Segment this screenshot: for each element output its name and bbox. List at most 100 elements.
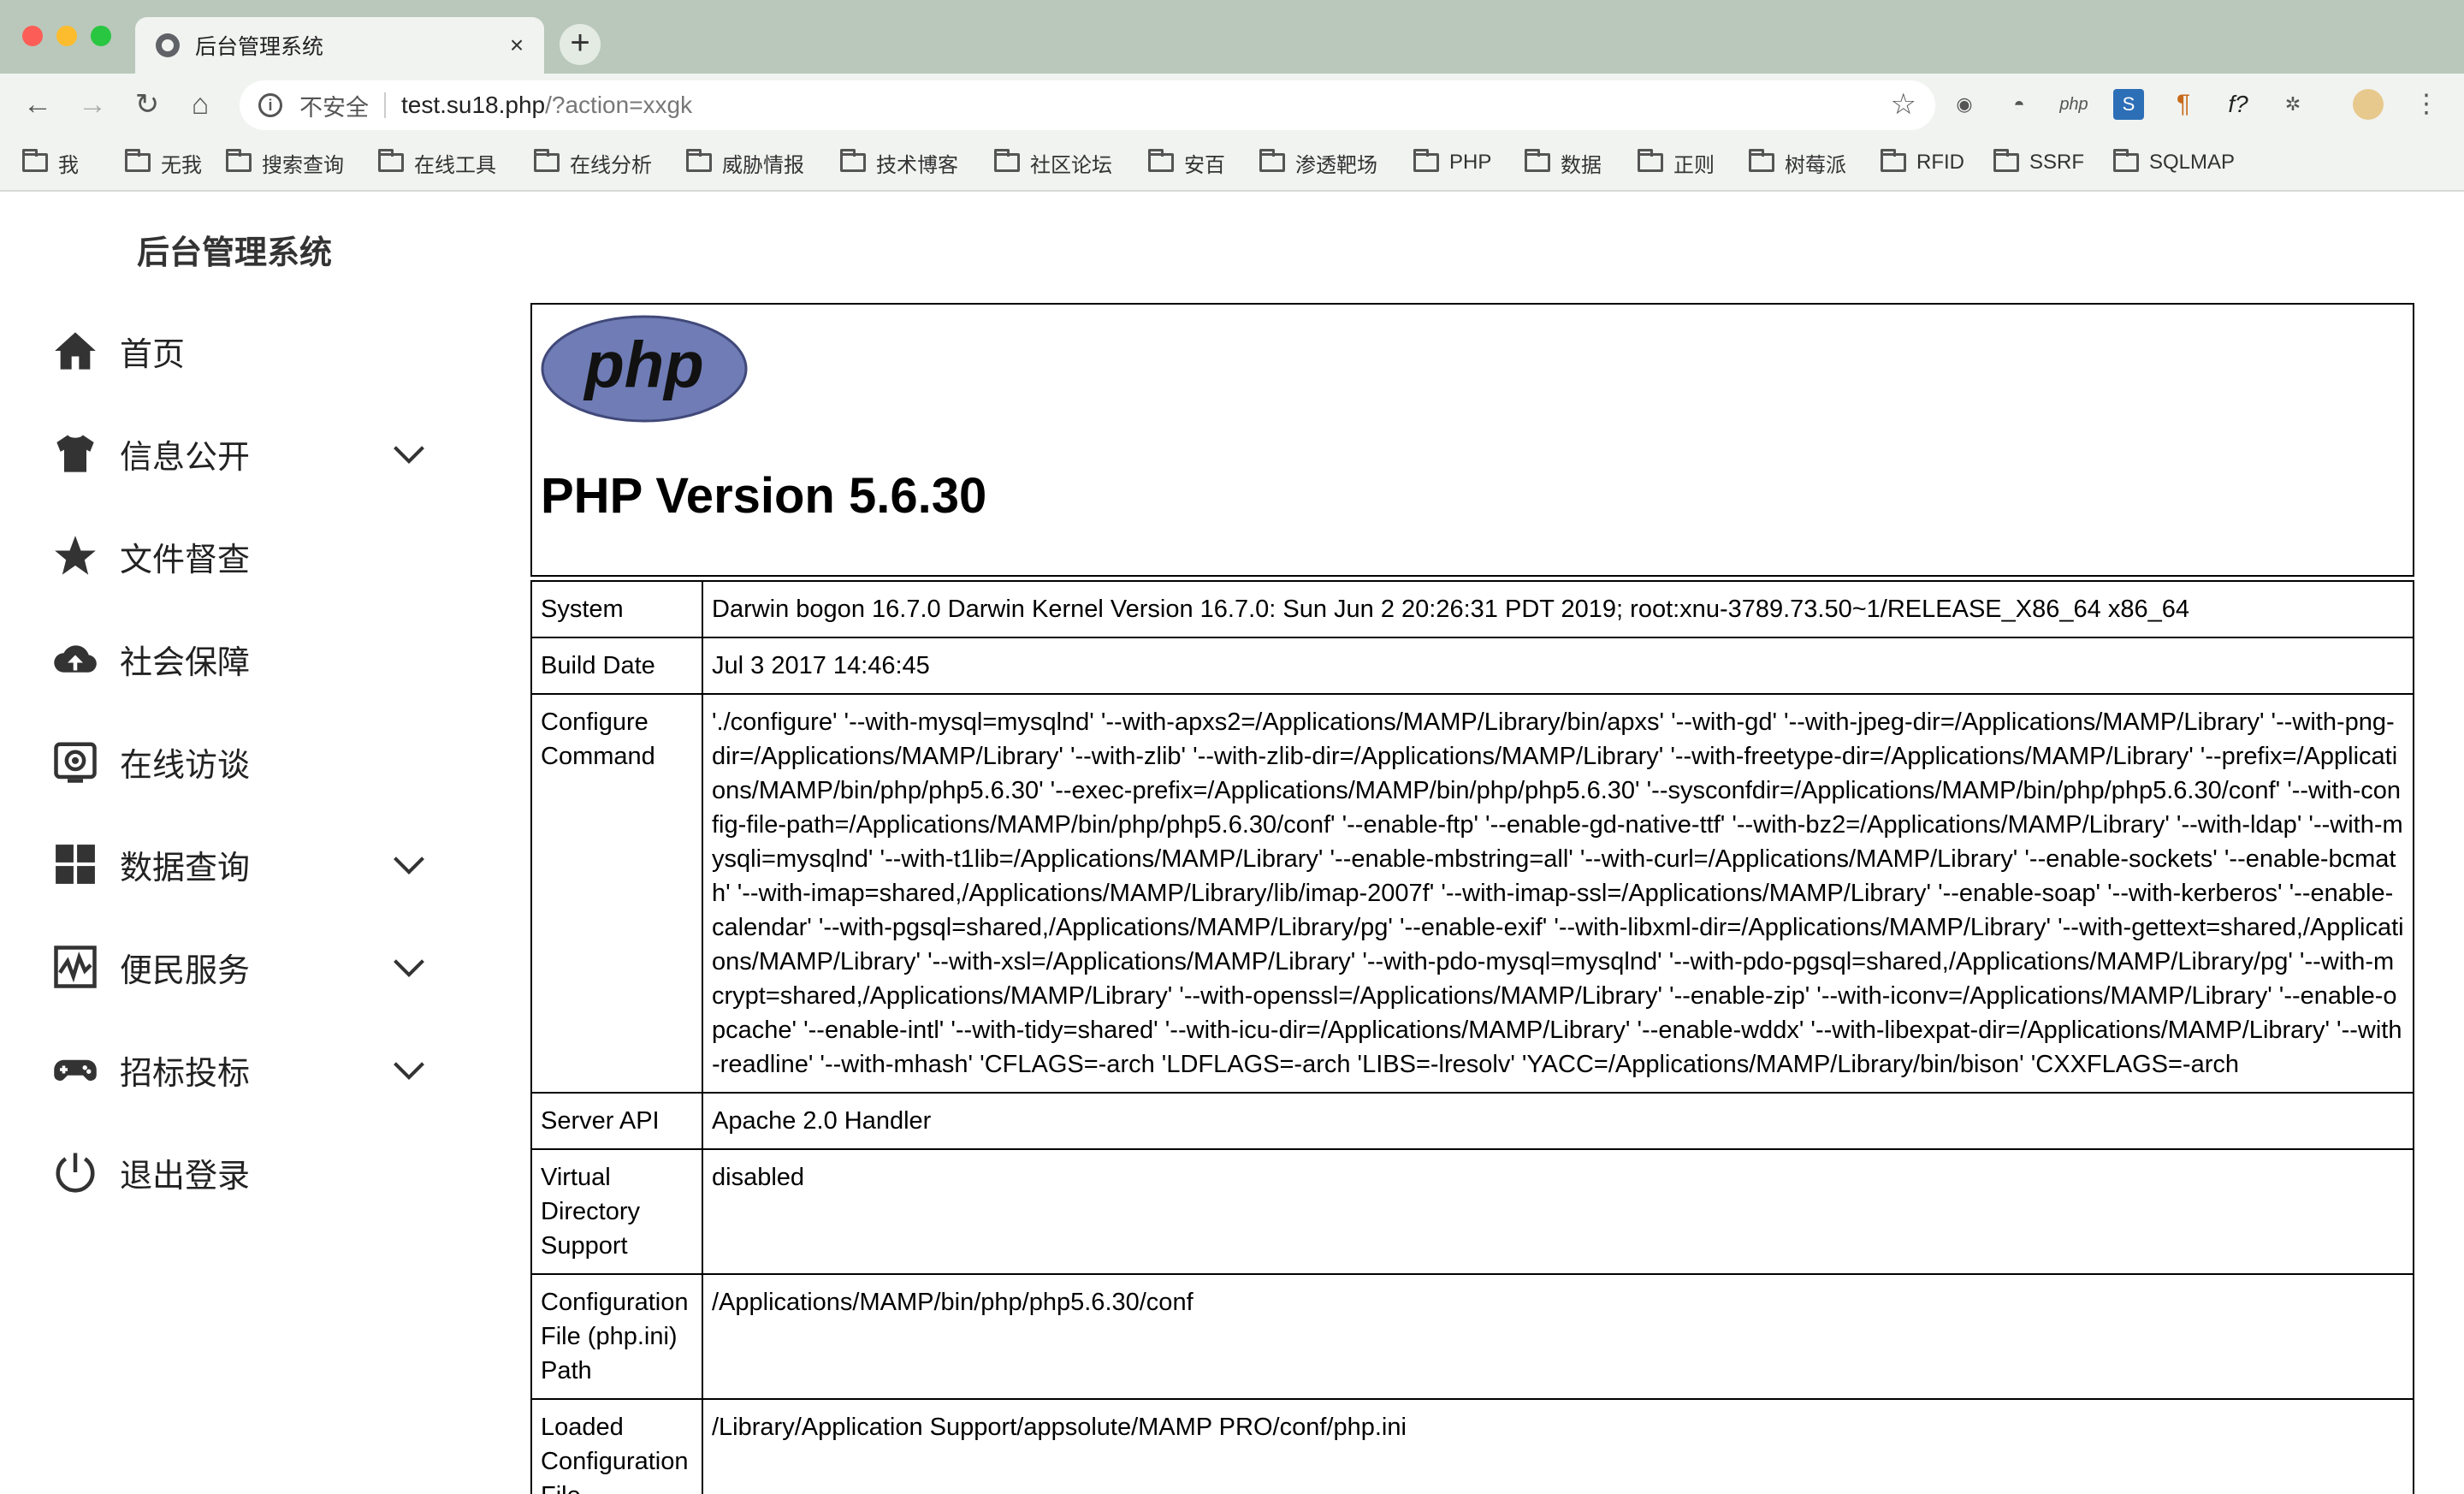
sidebar-item-social-security[interactable]: 社会保障 [51,625,428,693]
chevron-down-icon[interactable] [390,948,428,986]
chevron-down-icon[interactable] [390,1051,428,1088]
bookmark-item[interactable]: 渗透靶场 [1259,145,1377,180]
sidebar-item-logout[interactable]: 退出登录 [51,1138,428,1206]
sidebar-item-label: 招标投标 [120,1055,251,1092]
power-icon [51,1148,99,1196]
globe-icon [156,33,180,57]
close-window-button[interactable] [22,26,43,46]
forward-button[interactable]: → [74,86,111,123]
bookmark-item[interactable]: 在线工具 [378,145,496,180]
bookmark-label: 渗透靶场 [1295,153,1377,177]
bookmark-item[interactable]: 正则 [1638,145,1715,180]
chevron-down-icon[interactable] [390,845,428,883]
row-value: Jul 3 2017 14:46:45 [702,637,2414,695]
folder-icon [534,149,560,172]
bookmark-item[interactable]: 威胁情报 [686,145,804,180]
row-value: /Library/Application Support/appsolute/M… [702,1398,2414,1494]
bookmark-item[interactable]: 数据 [1525,145,1602,180]
bookmark-star-icon[interactable]: ☆ [1891,87,1916,122]
bookmark-label: RFID [1916,151,1964,174]
row-value: /Applications/MAMP/bin/php/php5.6.30/con… [702,1273,2414,1400]
bookmark-item[interactable]: 技术博客 [840,145,958,180]
bookmark-label: 在线工具 [414,153,496,177]
bookmark-label: PHP [1449,151,1492,174]
f-icon[interactable]: f? [2223,89,2254,120]
bookmark-item[interactable]: 社区论坛 [994,145,1112,180]
php-icon[interactable]: php [2058,89,2089,120]
bookmark-item[interactable]: 在线分析 [534,145,652,180]
tab-title: 后台管理系统 [195,35,324,59]
sidebar-item-label: 退出登录 [120,1158,251,1195]
sidebar-item-bidding[interactable]: 招标投标 [51,1035,428,1104]
phpinfo-frame: php PHP Version 5.6.30 System Darwin bogo… [530,303,2414,1494]
row-value: disabled [702,1148,2414,1275]
maximize-window-button[interactable] [91,26,111,46]
bookmark-label: 社区论坛 [1030,153,1112,177]
url-path: /?action=xxgk [545,92,693,118]
bookmark-label: 无我 [161,153,202,177]
php-version-title: PHP Version 5.6.30 [541,468,987,524]
bookmark-label: 我 [58,153,79,177]
s-icon[interactable]: S [2113,89,2144,120]
browser-titlebar: 后台管理系统 × + [0,0,2464,74]
row-key: Configuration File (php.ini) Path [530,1273,703,1400]
puzzle-icon[interactable]: ✲ [2277,89,2308,120]
menu-icon[interactable]: ⋮ [2411,89,2442,120]
info-icon[interactable]: i [258,93,282,117]
sidebar-item-home[interactable]: 首页 [51,317,428,385]
row-key: Server API [530,1092,703,1150]
home-button[interactable]: ⌂ [181,86,219,123]
reload-button[interactable]: ↻ [128,86,166,123]
folder-icon [840,149,866,172]
bookmark-item[interactable]: 我 [22,145,79,180]
folder-icon [1413,149,1439,172]
new-tab-button[interactable]: + [560,24,601,65]
folder-icon [1259,149,1285,172]
sidebar-item-info-public[interactable]: 信息公开 [51,419,428,488]
bookmark-label: 安百 [1184,153,1225,177]
bookmark-item[interactable]: 搜索查询 [226,145,344,180]
table-row: Loaded Configuration File/Library/Applic… [530,1398,2414,1494]
address-bar[interactable]: i 不安全 test.su18.php/?action=xxgk ☆ [240,80,1935,130]
sidebar-item-data-query[interactable]: 数据查询 [51,830,428,898]
bookmark-label: 在线分析 [570,153,652,177]
sidebar-item-label: 在线访谈 [120,747,251,784]
table-row: Server API Apache 2.0 Handler [530,1092,2414,1150]
folder-icon [994,149,1020,172]
camera-icon [51,738,99,786]
table-row: Configuration File (php.ini) Path/Applic… [530,1273,2414,1400]
pilcrow-icon[interactable]: ¶ [2168,89,2199,120]
sidebar-item-label: 首页 [120,336,186,373]
folder-icon [125,149,151,172]
bookmark-item[interactable]: 树莓派 [1749,145,1846,180]
sidebar-item-file-inspection[interactable]: 文件督查 [51,522,428,590]
record-icon[interactable]: ◉ [1949,89,1980,120]
bookmark-item[interactable]: 无我 [125,145,202,180]
bookmark-item[interactable]: RFID [1881,145,1964,180]
sidebar-item-label: 数据查询 [120,850,251,886]
browser-tab[interactable]: 后台管理系统 × [135,17,544,74]
minimize-window-button[interactable] [56,26,77,46]
url-text[interactable]: test.su18.php/?action=xxgk [401,92,692,119]
row-key: Build Date [530,637,703,695]
folder-icon [378,149,404,172]
row-key: Loaded Configuration File [530,1398,703,1494]
bookmark-item[interactable]: SQLMAP [2113,145,2235,180]
folder-icon [1749,149,1774,172]
spy-icon[interactable]: ◓ [2004,89,2035,120]
tab-close-button[interactable]: × [500,32,534,59]
bookmark-item[interactable]: SSRF [1993,145,2084,180]
sidebar-item-online-interview[interactable]: 在线访谈 [51,727,428,796]
avatar-icon[interactable] [2353,89,2384,120]
shirt-icon [51,430,99,477]
phpinfo-table: System Darwin bogon 16.7.0 Darwin Kernel … [530,580,2414,1494]
sidebar-item-public-service[interactable]: 便民服务 [51,933,428,1001]
bookmark-item[interactable]: 安百 [1148,145,1225,180]
folder-icon [1638,149,1663,172]
bookmark-item[interactable]: PHP [1413,145,1491,180]
sidebar: 后台管理系统 首页 信息公开 文件督查 社会保障 在线访谈 数据查询 便民服务 … [0,192,479,1494]
row-key: System [530,580,703,638]
back-button[interactable]: ← [19,86,56,123]
browser-toolbar: ← → ↻ ⌂ i 不安全 test.su18.php/?action=xxgk… [0,74,2464,137]
chevron-down-icon[interactable] [390,435,428,472]
